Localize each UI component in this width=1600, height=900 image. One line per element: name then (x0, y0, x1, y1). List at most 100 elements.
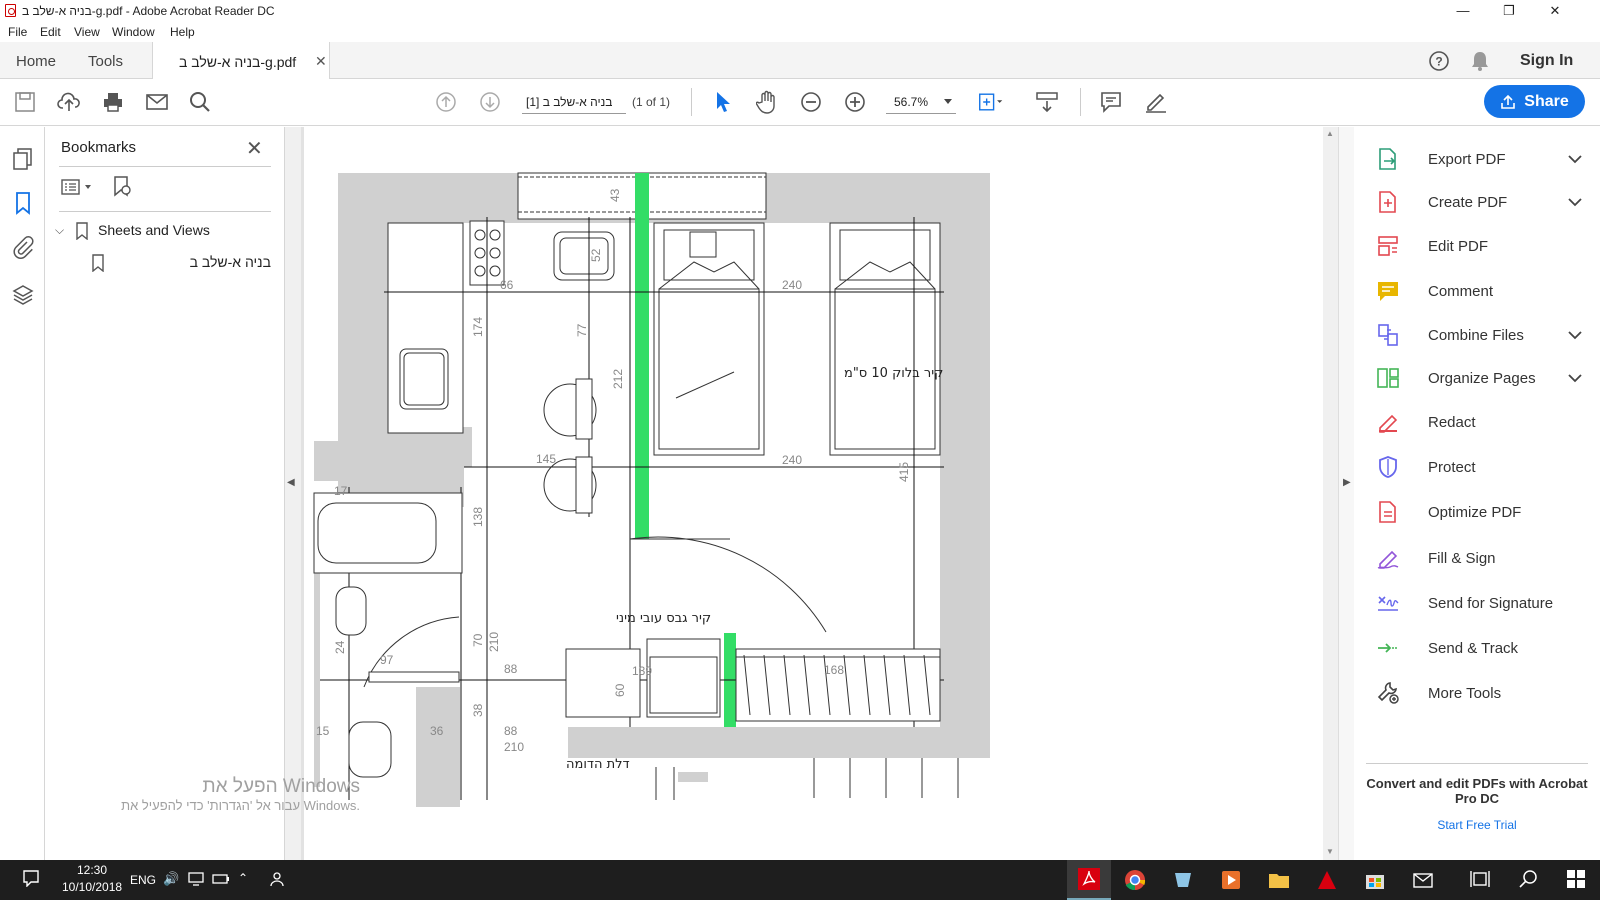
menu-window[interactable]: Window (112, 25, 155, 39)
close-tab-icon[interactable]: ✕ (315, 53, 327, 70)
next-page-icon[interactable] (477, 89, 503, 115)
combine-files-icon (1376, 323, 1400, 347)
people-icon[interactable] (270, 870, 288, 891)
language-indicator[interactable]: ENG (130, 873, 156, 887)
save-icon[interactable] (12, 89, 38, 115)
taskbar-app-icon[interactable] (1172, 869, 1194, 891)
tool-comment[interactable]: Comment (1354, 271, 1600, 311)
sign-in-button[interactable]: Sign In (1520, 52, 1573, 70)
tool-send-for-signature[interactable]: Send for Signature (1354, 583, 1600, 623)
page-thumbnails-icon[interactable] (11, 147, 35, 171)
menu-view[interactable]: View (74, 25, 100, 39)
tool-fill-sign[interactable]: Fill & Sign (1354, 538, 1600, 578)
tool-send-track[interactable]: Send & Track (1354, 628, 1600, 668)
select-cursor-icon[interactable] (710, 89, 736, 115)
bookmarks-panel-title: Bookmarks (61, 139, 137, 156)
volume-icon[interactable]: 🔊 (163, 871, 179, 887)
layers-icon[interactable] (11, 283, 35, 307)
previous-page-icon[interactable] (433, 89, 459, 115)
action-center-icon[interactable] (22, 869, 44, 891)
clock[interactable]: 12:30 10/10/2018 (62, 863, 122, 894)
comment-tool-icon[interactable] (1098, 89, 1124, 115)
battery-icon[interactable] (212, 872, 230, 889)
start-free-trial-link[interactable]: Start Free Trial (1366, 818, 1588, 832)
search-icon[interactable] (187, 89, 213, 115)
email-icon[interactable] (144, 89, 170, 115)
bookmark-icon (92, 254, 104, 272)
tool-organize-pages[interactable]: Organize Pages (1354, 358, 1600, 398)
chevron-down-icon[interactable]: ⌵ (55, 223, 64, 238)
menu-help[interactable]: Help (170, 25, 195, 39)
tool-redact[interactable]: Redact (1354, 402, 1600, 442)
network-icon[interactable] (188, 872, 204, 889)
help-icon[interactable]: ? (1428, 50, 1450, 77)
chevron-down-icon[interactable] (1568, 194, 1582, 210)
share-button[interactable]: Share (1484, 85, 1585, 118)
dimension-label: 52 (589, 248, 603, 262)
drawing-note: קיר בלוק 10 ס"מ (844, 366, 943, 381)
tab-home[interactable]: Home (16, 53, 56, 70)
tool-optimize-pdf[interactable]: Optimize PDF (1354, 492, 1600, 532)
organize-pages-icon (1376, 366, 1400, 390)
tool-label: Send & Track (1428, 640, 1519, 657)
dimension-label: 145 (536, 452, 556, 466)
tool-label: Optimize PDF (1428, 504, 1522, 521)
minimize-button[interactable]: — (1440, 0, 1486, 22)
tool-create-pdf[interactable]: Create PDF (1354, 182, 1600, 222)
taskbar-store-icon[interactable] (1364, 869, 1386, 891)
collapse-left-panel[interactable]: ◀ (285, 127, 301, 860)
menu-file[interactable]: File (8, 25, 27, 39)
task-view-icon[interactable] (1470, 869, 1492, 891)
zoom-out-icon[interactable] (798, 89, 824, 115)
restore-button[interactable]: ❐ (1486, 0, 1532, 22)
document-viewer[interactable]: 43 240 240 52 174 77 145 212 138 415 97 … (301, 127, 1338, 860)
fill-sign-icon (1376, 546, 1400, 570)
chevron-down-icon[interactable] (1568, 370, 1582, 386)
taskbar-file-explorer-icon[interactable] (1268, 869, 1290, 891)
scroll-down-icon[interactable]: ▼ (1326, 847, 1334, 856)
hand-tool-icon[interactable] (754, 89, 780, 115)
taskbar-media-icon[interactable] (1220, 869, 1242, 891)
window-title: בניה א-שלב ב-g.pdf - Adobe Acrobat Reade… (22, 4, 275, 18)
attachments-icon[interactable] (11, 235, 35, 259)
tab-tools[interactable]: Tools (88, 53, 123, 70)
close-window-button[interactable]: ✕ (1532, 0, 1578, 22)
search-icon[interactable] (1518, 869, 1540, 891)
windows-start-icon[interactable] (1566, 869, 1588, 891)
close-panel-icon[interactable]: ✕ (246, 136, 263, 161)
show-hidden-icons-icon[interactable]: ⌃ (238, 871, 248, 885)
tab-bar: Home Tools בניה א-שלב ב-g.pdf ✕ ? Sign I… (0, 42, 1600, 80)
scroll-up-icon[interactable]: ▲ (1326, 129, 1334, 138)
dimension-label: 212 (611, 369, 625, 389)
redact-icon (1376, 410, 1400, 434)
page-number-input[interactable]: [1] בניה א-שלב ב (522, 92, 626, 114)
tool-export-pdf[interactable]: Export PDF (1354, 139, 1600, 179)
dimension-label: 415 (897, 462, 911, 482)
create-pdf-icon (1376, 190, 1400, 214)
tool-edit-pdf[interactable]: Edit PDF (1354, 226, 1600, 266)
chevron-down-icon[interactable] (1568, 327, 1582, 343)
taskbar-acrobat[interactable] (1067, 860, 1111, 900)
highlight-pen-icon[interactable] (1143, 89, 1169, 115)
taskbar-mail-icon[interactable] (1412, 869, 1434, 891)
new-bookmark-icon[interactable] (111, 175, 133, 202)
collapse-right-panel[interactable]: ▶ (1338, 127, 1354, 860)
tab-document[interactable]: בניה א-שלב ב-g.pdf ✕ (152, 42, 330, 80)
vertical-scrollbar[interactable]: ▲ ▼ (1323, 127, 1338, 860)
tool-more-tools[interactable]: More Tools (1354, 673, 1600, 713)
taskbar-acrobat-dc-icon[interactable] (1316, 869, 1338, 891)
bookmark-options-icon[interactable] (61, 177, 95, 202)
scroll-mode-icon[interactable] (1034, 89, 1060, 115)
zoom-in-icon[interactable] (842, 89, 868, 115)
print-icon[interactable] (100, 89, 126, 115)
bookmarks-icon[interactable] (11, 191, 35, 215)
upload-cloud-icon[interactable] (56, 89, 82, 115)
menu-edit[interactable]: Edit (40, 25, 61, 39)
notifications-bell-icon[interactable] (1470, 50, 1490, 77)
taskbar-chrome-icon[interactable] (1124, 869, 1146, 891)
tool-combine-files[interactable]: Combine Files (1354, 315, 1600, 355)
zoom-level-select[interactable]: 56.7% (886, 92, 956, 114)
fit-page-icon[interactable] (978, 89, 1004, 115)
tool-protect[interactable]: Protect (1354, 447, 1600, 487)
chevron-down-icon[interactable] (1568, 151, 1582, 167)
